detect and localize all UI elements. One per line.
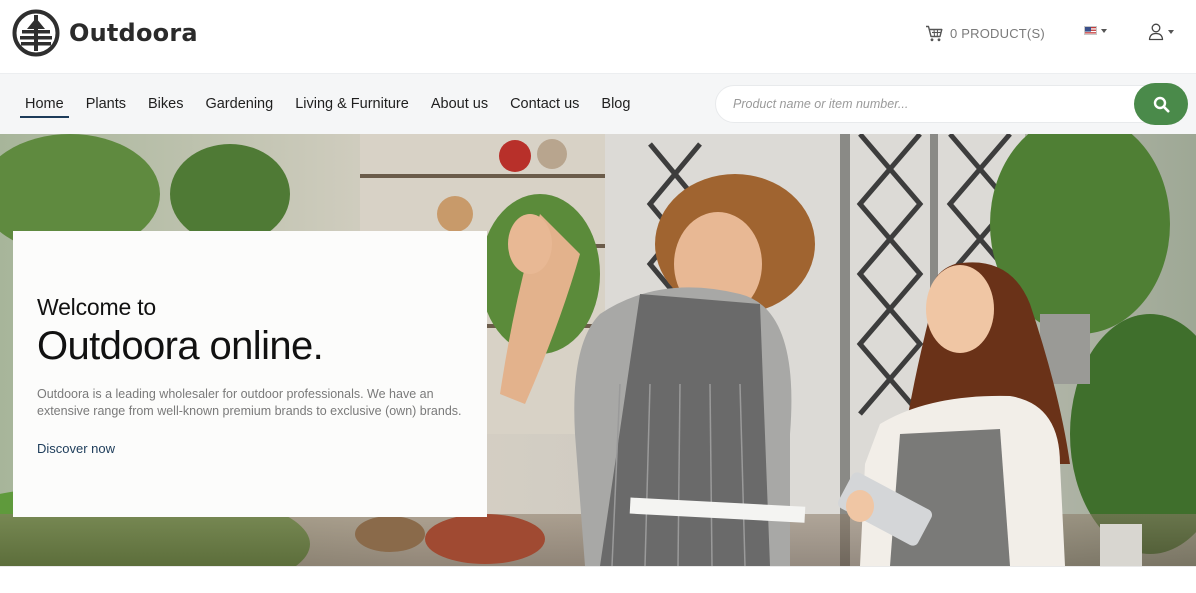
discover-now-link[interactable]: Discover now [37,441,115,456]
search-icon [1153,96,1169,112]
hero-banner: Welcome to Outdoora online. Outdoora is … [0,134,1196,566]
nav-item-contact-us[interactable]: Contact us [505,74,584,134]
us-flag-icon [1084,26,1097,35]
nav-item-living-furniture[interactable]: Living & Furniture [290,74,414,134]
search-button[interactable] [1134,83,1188,125]
nav-item-bikes[interactable]: Bikes [143,74,188,134]
tree-in-circle-icon [12,9,60,57]
search-bar [715,83,1188,125]
hero-welcome-card: Welcome to Outdoora online. Outdoora is … [13,231,487,517]
nav-item-gardening[interactable]: Gardening [200,74,278,134]
cart-count-label: 0 PRODUCT(S) [950,25,1045,41]
nav-item-blog[interactable]: Blog [596,74,635,134]
language-selector[interactable] [1084,26,1107,35]
hero-title: Outdoora online. [37,324,324,368]
chevron-down-icon [1168,30,1174,34]
main-navigation-bar: Home Plants Bikes Gardening Living & Fur… [0,73,1196,134]
chevron-down-icon [1101,28,1107,33]
cart-button[interactable]: 0 PRODUCT(S) [925,24,1045,42]
brand-name: Outdoora [69,19,198,47]
hero-kicker: Welcome to [37,294,157,320]
site-header: Outdoora 0 PRODUCT(S) [0,0,1196,73]
nav-item-plants[interactable]: Plants [81,74,131,134]
cart-icon [926,25,943,41]
account-menu[interactable] [1148,23,1174,41]
search-input[interactable] [715,85,1155,123]
content-section-start [0,566,1196,593]
main-nav: Home Plants Bikes Gardening Living & Fur… [20,74,647,134]
hero-description: Outdoora is a leading wholesaler for out… [37,387,462,418]
nav-item-home[interactable]: Home [20,74,69,134]
user-icon [1148,23,1164,41]
brand-logo[interactable]: Outdoora [12,8,198,58]
nav-item-about-us[interactable]: About us [426,74,493,134]
